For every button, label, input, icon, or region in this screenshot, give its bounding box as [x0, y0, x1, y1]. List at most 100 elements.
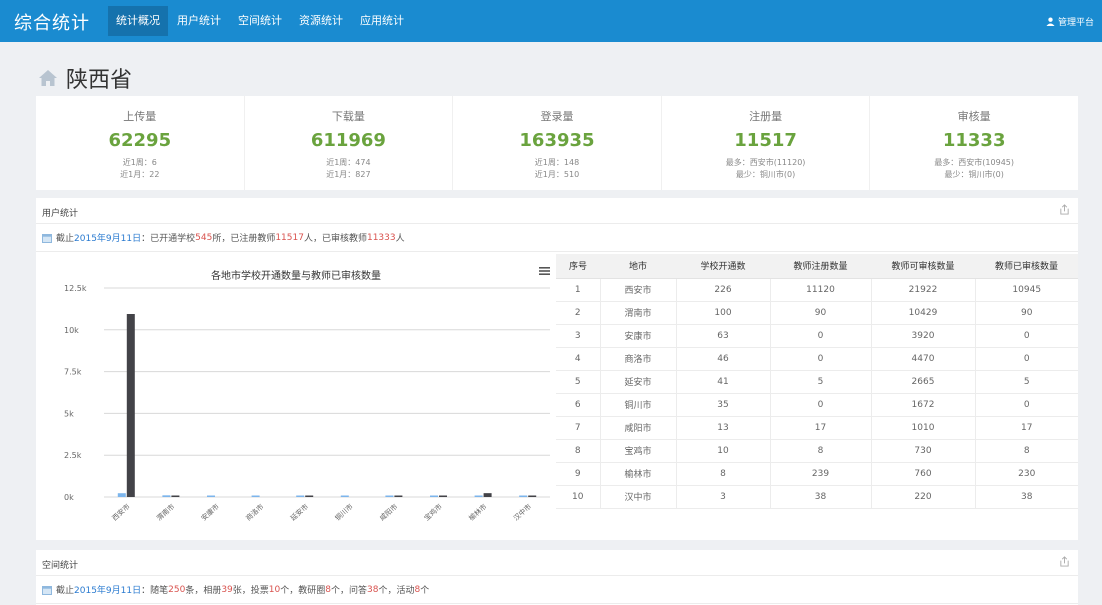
stat-value: 11517 — [734, 130, 797, 151]
panel-header: 用户统计 — [36, 198, 1078, 224]
x-tick-label: 西安市 — [110, 502, 132, 523]
home-icon[interactable] — [38, 69, 58, 87]
stat-registrations: 注册量 11517 最多：西安市(11120) 最少：铜川市(0) — [660, 96, 870, 190]
export-icon[interactable] — [1059, 204, 1070, 215]
top-navbar: 综合统计 统计概况 用户统计 空间统计 资源统计 应用统计 管理平台 — [0, 0, 1102, 42]
cell: 35 — [675, 393, 770, 417]
summary-text: 个，问答 — [331, 586, 368, 596]
summary-date: 2015年9月11日 — [74, 234, 142, 244]
panel-title: 用户统计 — [42, 209, 79, 219]
cell: 21922 — [870, 278, 975, 302]
reviewed-teachers-count: 11333 — [366, 232, 396, 243]
nav-item-users[interactable]: 用户统计 — [169, 6, 229, 36]
cell: 0 — [974, 347, 1078, 371]
nav-item-resources[interactable]: 资源统计 — [291, 6, 351, 36]
page-title: 陕西省 — [66, 68, 133, 93]
stat-sub-line: 近1月：510 — [534, 170, 580, 179]
cell: 0 — [769, 393, 871, 417]
summary-text: 所，已注册教师 — [212, 234, 276, 244]
stat-label: 上传量 — [123, 110, 157, 123]
cell: 90 — [974, 301, 1078, 325]
nav-item-overview[interactable]: 统计概况 — [108, 6, 168, 36]
cell: 1672 — [870, 393, 975, 417]
stat-value: 611969 — [310, 130, 386, 151]
table-row: 5 延安市 41 5 2665 5 — [556, 370, 1078, 394]
y-tick-label: 10k — [64, 326, 79, 335]
cell: 1 — [556, 278, 600, 302]
col-header[interactable]: 序号 — [556, 254, 600, 279]
col-header[interactable]: 教师注册数量 — [770, 254, 871, 279]
y-tick-label: 0k — [64, 493, 74, 502]
stat-sub-line: 最多：西安市(11120) — [725, 158, 806, 167]
cell: 咸阳市 — [599, 416, 676, 440]
stat-logins: 登录量 163935 近1周：148 近1月：510 — [452, 96, 661, 190]
cell: 10 — [556, 485, 600, 509]
panel-title: 空间统计 — [42, 561, 79, 571]
cell: 宝鸡市 — [599, 439, 676, 463]
cell: 西安市 — [599, 278, 676, 302]
calendar-icon — [42, 585, 52, 595]
nav-item-space[interactable]: 空间统计 — [230, 6, 290, 36]
user-icon — [1046, 17, 1055, 26]
chart-bar — [117, 493, 126, 497]
bar-chart: 各地市学校开通数量与教师已审核数量 0k 2.5k 5k 7.5k 10k 12.5k 西安… — [36, 254, 556, 523]
stat-value: 11333 — [942, 130, 1006, 151]
x-tick-label: 汉中市 — [511, 502, 533, 523]
stat-sub-line: 近1月：827 — [326, 170, 371, 179]
table-row: 3 安康市 63 0 3920 0 — [556, 324, 1078, 348]
cell: 安康市 — [599, 324, 676, 348]
cell: 0 — [974, 393, 1078, 417]
summary-text: 个，教研圈 — [280, 586, 326, 596]
cell: 汉中市 — [599, 485, 676, 509]
cell: 63 — [675, 324, 770, 348]
col-header[interactable]: 地市 — [600, 254, 676, 279]
panel-header: 空间统计 — [36, 550, 1078, 576]
admin-link[interactable]: 管理平台 — [1046, 15, 1094, 28]
qa-count: 38 — [367, 584, 379, 595]
chart-bar — [394, 495, 403, 497]
cell: 10945 — [974, 278, 1078, 302]
stat-sub: 近1周：474 近1月：827 — [245, 157, 453, 181]
cell: 10429 — [870, 301, 975, 325]
chart-bar — [296, 495, 305, 497]
cell: 9 — [556, 462, 600, 486]
admin-label: 管理平台 — [1057, 18, 1094, 28]
stats-row: 上传量 62295 近1周：6 近1月：22 下载量 611969 近1周：47… — [36, 96, 1078, 190]
cell: 17 — [769, 416, 871, 440]
stat-sub: 近1周：148 近1月：510 — [453, 157, 661, 181]
cell: 2665 — [870, 370, 975, 394]
cell: 11120 — [769, 278, 871, 302]
cell: 渭南市 — [599, 301, 676, 325]
cell: 铜川市 — [599, 393, 676, 417]
cell: 8 — [769, 439, 871, 463]
table-row: 9 榆林市 8 239 760 230 — [556, 462, 1078, 486]
app-brand[interactable]: 综合统计 — [14, 9, 90, 35]
cell: 220 — [870, 485, 975, 509]
y-tick-label: 2.5k — [64, 451, 82, 460]
cell: 4 — [556, 347, 600, 371]
chart-bar — [251, 495, 260, 497]
cell: 100 — [675, 301, 770, 325]
summary-text: ：随笔 — [141, 586, 169, 596]
stat-reviews: 审核量 11333 最多：西安市(10945) 最少：铜川市(0) — [869, 96, 1078, 190]
table-row: 10 汉中市 3 38 220 38 — [556, 485, 1078, 509]
user-summary: 截止 2015年9月11日 ：已开通学校 545 所，已注册教师 11517 人… — [36, 224, 1078, 252]
col-header[interactable]: 学校开通数 — [676, 254, 770, 279]
stat-sub-line: 近1周：148 — [534, 158, 580, 167]
chart-bar — [171, 495, 180, 497]
export-icon[interactable] — [1059, 556, 1070, 567]
chart-bar — [207, 495, 215, 497]
summary-text: 个 — [420, 586, 430, 596]
cell: 13 — [675, 416, 770, 440]
col-header[interactable]: 教师可审核数量 — [871, 254, 975, 279]
calendar-icon — [42, 233, 52, 243]
cell: 2 — [556, 301, 600, 325]
user-stats-body: 各地市学校开通数量与教师已审核数量 0k 2.5k 5k 7.5k 10k 12.5k 西安… — [36, 254, 1078, 538]
col-header[interactable]: 教师已审核数量 — [975, 254, 1078, 279]
summary-text: 人，已审核教师 — [303, 234, 367, 244]
cell: 8 — [974, 439, 1078, 463]
cell: 10 — [675, 439, 770, 463]
table-header-row: 序号 地市 学校开通数 教师注册数量 教师可审核数量 教师已审核数量 — [556, 254, 1078, 279]
cell: 4470 — [870, 347, 975, 371]
nav-item-apps[interactable]: 应用统计 — [352, 6, 412, 36]
